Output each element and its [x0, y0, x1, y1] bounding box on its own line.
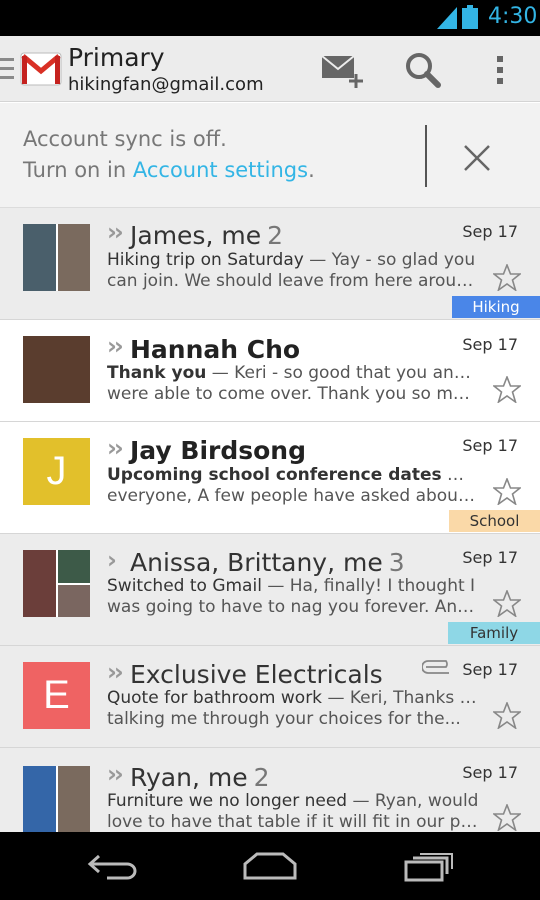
- signal-icon: [437, 7, 457, 29]
- star-icon[interactable]: [493, 804, 521, 831]
- chevron-icon: ››: [107, 332, 124, 360]
- message-snippet: Furniture we no longer need — Ryan, woul…: [107, 791, 479, 832]
- search-icon[interactable]: [403, 50, 443, 90]
- date: Sep 17: [462, 548, 518, 567]
- sender-names: Ryan, me 2: [130, 763, 270, 792]
- battery-icon: [462, 5, 478, 29]
- message-count: 3: [388, 548, 405, 577]
- label-badge: Hiking: [452, 296, 540, 318]
- avatar: [23, 550, 90, 617]
- date: Sep 17: [462, 660, 518, 679]
- message-snippet: Switched to Gmail — Ha, finally! I thoug…: [107, 576, 479, 617]
- sender-names: Hannah Cho: [130, 335, 301, 364]
- avatar: E: [23, 662, 90, 729]
- clock: 4:30: [488, 4, 538, 29]
- message-snippet: Upcoming school conference dates — Hello…: [107, 465, 479, 506]
- page-title: Primary: [68, 43, 165, 72]
- avatar: [23, 224, 90, 291]
- chevron-icon: ››: [107, 760, 124, 788]
- date: Sep 17: [462, 763, 518, 782]
- sync-message: Account sync is off.: [23, 127, 227, 151]
- message-count: 2: [267, 221, 283, 250]
- sender-names: Jay Birdsong: [130, 436, 307, 465]
- date: Sep 17: [462, 222, 518, 241]
- sender-names: Exclusive Electricals: [130, 660, 383, 689]
- date: Sep 17: [462, 335, 518, 354]
- sync-banner: Account sync is off. Turn on in Account …: [0, 103, 540, 208]
- avatar: [23, 336, 90, 403]
- home-icon[interactable]: [242, 852, 298, 880]
- label-badge: Family: [448, 622, 540, 644]
- star-icon[interactable]: [493, 702, 521, 729]
- message-snippet: Thank you — Keri - so good that you and …: [107, 363, 479, 404]
- avatar: [23, 766, 90, 832]
- attachment-icon: [422, 660, 449, 674]
- chevron-icon: ›: [107, 546, 117, 574]
- title-block[interactable]: Primary hikingfan@gmail.com: [68, 43, 264, 97]
- account-settings-link[interactable]: Account settings: [133, 158, 308, 182]
- banner-divider: [425, 125, 427, 187]
- star-icon[interactable]: [493, 478, 521, 505]
- gmail-logo-icon[interactable]: [19, 47, 63, 91]
- star-icon[interactable]: [493, 264, 521, 291]
- sync-instruction: Turn on in Account settings.: [23, 158, 315, 182]
- chevron-icon: ››: [107, 218, 124, 246]
- conversation-row[interactable]: E ›› Exclusive Electricals Sep 17 Quote …: [0, 646, 540, 748]
- message-snippet: Hiking trip on Saturday — Yay - so glad …: [107, 250, 479, 291]
- label-badge: School: [449, 510, 540, 532]
- status-bar: 4:30: [0, 0, 540, 36]
- message-snippet: Quote for bathroom work — Keri, Thanks f…: [107, 688, 479, 729]
- chevron-icon: ››: [107, 658, 124, 686]
- chevron-icon: ››: [107, 434, 124, 462]
- star-icon[interactable]: [493, 590, 521, 617]
- back-icon[interactable]: [87, 852, 139, 880]
- navigation-bar: [0, 832, 540, 900]
- conversation-row[interactable]: ›› James, me 2 Sep 17 Hiking trip on Satu…: [0, 208, 540, 320]
- conversation-row[interactable]: J ›› Jay Birdsong Sep 17 Upcoming school…: [0, 422, 540, 534]
- date: Sep 17: [462, 436, 518, 455]
- sender-names: James, me 2: [130, 221, 283, 250]
- account-email: hikingfan@gmail.com: [68, 74, 264, 95]
- close-icon[interactable]: [462, 143, 492, 173]
- recent-apps-icon[interactable]: [403, 852, 455, 882]
- star-icon[interactable]: [493, 376, 521, 403]
- sender-names: Anissa, Brittany, me 3: [130, 548, 405, 577]
- conversation-row[interactable]: ›› Ryan, me 2 Sep 17 Furniture we no long…: [0, 748, 540, 832]
- overflow-menu-icon[interactable]: [490, 50, 510, 90]
- conversation-row[interactable]: ›› Hannah Cho Sep 17 Thank you — Keri - …: [0, 320, 540, 422]
- action-bar: Primary hikingfan@gmail.com: [0, 36, 540, 102]
- avatar: J: [23, 438, 90, 505]
- compose-icon[interactable]: [320, 50, 366, 90]
- conversation-row[interactable]: › Anissa, Brittany, me 3 Sep 17 Switched …: [0, 534, 540, 646]
- menu-icon[interactable]: [0, 58, 14, 80]
- message-count: 2: [253, 763, 270, 792]
